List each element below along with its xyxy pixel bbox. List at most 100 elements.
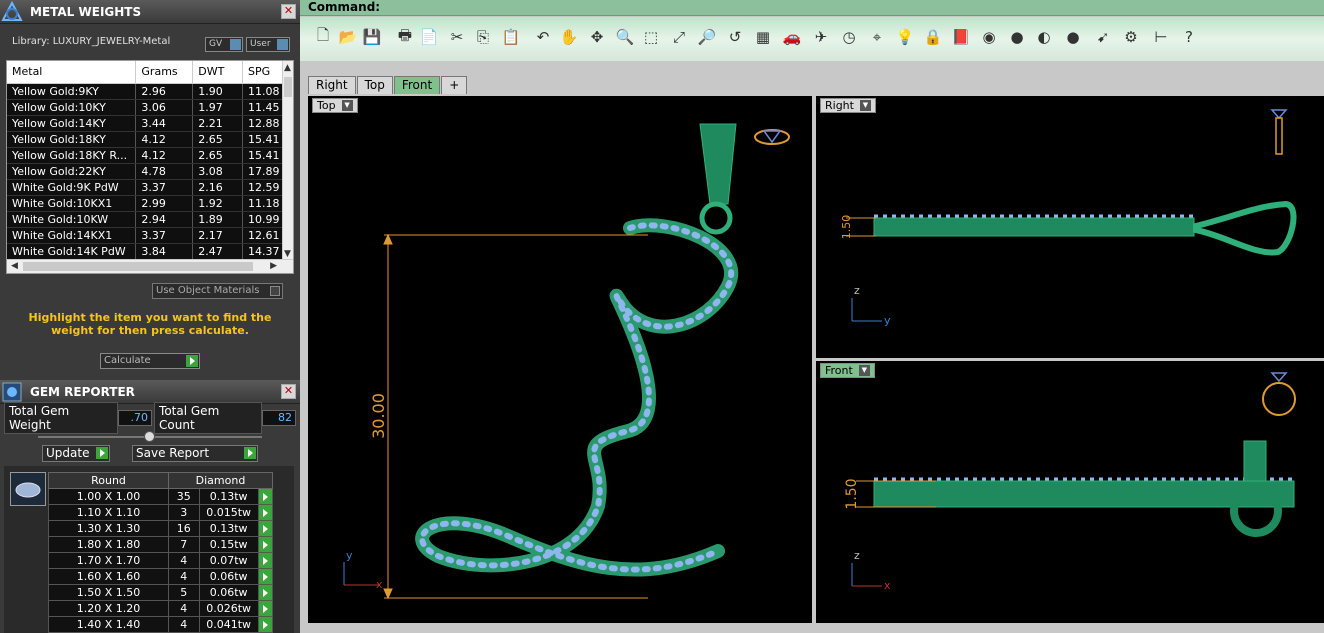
column-header-grams[interactable]: Grams <box>135 61 194 84</box>
use-object-materials-checkbox[interactable]: Use Object Materials <box>152 283 283 299</box>
table-row[interactable]: Yellow Gold:22KY 4.78 3.08 17.89 <box>7 163 284 180</box>
viewport-front-label[interactable]: Front ▼ <box>820 363 875 378</box>
tab-top[interactable]: Top <box>356 76 393 94</box>
update-button[interactable]: Update <box>42 445 110 462</box>
gem-row[interactable]: 1.10 X 1.10 3 0.015tw <box>48 504 274 521</box>
front-dimension-text: 1.50 <box>844 478 860 509</box>
zoom-icon[interactable]: 🔍 <box>614 26 636 48</box>
table-row[interactable]: Yellow Gold:18KY R... 4.12 2.65 15.41 <box>7 147 284 164</box>
viewport-front[interactable]: 1.50 z x Front ▼ <box>816 361 1324 623</box>
table-row[interactable]: White Gold:10KX1 2.99 1.92 11.18 <box>7 195 284 212</box>
layer-icon[interactable]: 📕 <box>950 26 972 48</box>
gem-row[interactable]: 1.00 X 1.00 35 0.13tw <box>48 488 274 505</box>
scroll-left-icon[interactable]: ◀ <box>11 261 18 271</box>
gem-row-play-icon[interactable] <box>257 552 274 569</box>
gem-reporter-close-icon[interactable]: ✕ <box>281 384 296 399</box>
scroll-down-icon[interactable]: ▼ <box>284 249 291 259</box>
car-icon[interactable]: 🚗 <box>781 26 803 48</box>
help-icon[interactable]: ? <box>1178 26 1200 48</box>
table-row[interactable]: Yellow Gold:14KY 3.44 2.21 12.88 <box>7 115 284 132</box>
properties-icon[interactable]: 📄 <box>418 26 440 48</box>
lock-icon[interactable]: 🔒 <box>922 26 944 48</box>
slider-knob[interactable] <box>144 431 155 442</box>
viewport-top-label[interactable]: Top ▼ <box>312 98 358 113</box>
undo-view-icon[interactable]: ↺ <box>724 26 746 48</box>
print-icon[interactable]: 🖶 <box>394 26 416 48</box>
gem-row[interactable]: 1.30 X 1.30 16 0.13tw <box>48 520 274 537</box>
grid-snap-icon[interactable]: ⊢ <box>1150 26 1172 48</box>
vertical-scroll-thumb[interactable] <box>284 77 292 97</box>
gem-row[interactable]: 1.40 X 1.40 4 0.041tw <box>48 616 274 633</box>
gv-dropdown[interactable]: GV <box>205 37 243 52</box>
light-cone-icon[interactable]: ➹ <box>1092 26 1114 48</box>
gem-row-play-icon[interactable] <box>257 536 274 553</box>
gem-row-play-icon[interactable] <box>257 520 274 537</box>
metal-table-vertical-scrollbar[interactable]: ▲ ▼ <box>282 61 293 261</box>
column-header-dwt[interactable]: DWT <box>192 61 244 84</box>
copy-icon[interactable]: ⎘ <box>472 26 494 48</box>
checkbox-box[interactable] <box>270 286 280 296</box>
gem-row[interactable]: 1.50 X 1.50 5 0.06tw <box>48 584 274 601</box>
column-header-metal[interactable]: Metal <box>7 61 137 84</box>
chevron-down-icon[interactable]: ▼ <box>341 100 353 111</box>
viewport-right[interactable]: 1.50 z y Right ▼ <box>816 96 1324 358</box>
add-tab-button[interactable]: + <box>441 76 468 94</box>
light-bulb-icon[interactable]: 💡 <box>894 26 916 48</box>
chevron-down-icon[interactable]: ▼ <box>858 365 870 376</box>
gem-row-play-icon[interactable] <box>257 568 274 585</box>
table-row[interactable]: White Gold:9K PdW 3.37 2.16 12.59 <box>7 179 284 196</box>
four-viewports-icon[interactable]: ▦ <box>752 26 774 48</box>
render-sphere-icon[interactable]: ● <box>1006 26 1028 48</box>
user-dropdown[interactable]: User <box>246 37 290 52</box>
gem-row-play-icon[interactable] <box>257 504 274 521</box>
metal-sphere-icon[interactable]: ◐ <box>1033 26 1055 48</box>
gem-row[interactable]: 1.70 X 1.70 4 0.07tw <box>48 552 274 569</box>
gem-row[interactable]: 1.80 X 1.80 7 0.15tw <box>48 536 274 553</box>
snap-icon[interactable]: ⌖ <box>866 26 888 48</box>
viewport-right-label[interactable]: Right ▼ <box>820 98 876 113</box>
color-wheel-icon[interactable]: ◉ <box>978 26 1000 48</box>
blue-sphere-icon[interactable]: ● <box>1062 26 1084 48</box>
gem-row-play-icon[interactable] <box>257 584 274 601</box>
undo-icon[interactable]: ↶ <box>532 26 554 48</box>
gem-row[interactable]: 1.60 X 1.60 4 0.06tw <box>48 568 274 585</box>
clock-icon[interactable]: ◷ <box>838 26 860 48</box>
tab-front[interactable]: Front <box>393 76 441 94</box>
zoom-extents-icon[interactable]: ⤢ <box>668 26 690 48</box>
scroll-right-icon[interactable]: ▶ <box>270 261 277 271</box>
gem-row-play-icon[interactable] <box>257 616 274 633</box>
open-folder-icon[interactable]: 📂 <box>337 26 359 48</box>
pan-icon[interactable]: ✋ <box>558 26 580 48</box>
column-header-spg[interactable]: SPG <box>242 61 284 84</box>
front-view-drawing: 1.50 z x <box>844 372 1296 592</box>
save-report-button[interactable]: Save Report <box>132 445 258 462</box>
viewport-top[interactable]: 30.00 y x Top ▼ <box>308 96 812 623</box>
zoom-window-icon[interactable]: ⬚ <box>640 26 662 48</box>
rotate-view-icon[interactable]: ✥ <box>586 26 608 48</box>
calculate-button[interactable]: Calculate <box>100 353 200 369</box>
gem-row[interactable]: 1.20 X 1.20 4 0.026tw <box>48 600 274 617</box>
command-bar[interactable]: Command: <box>300 0 1324 16</box>
new-file-icon[interactable]: 🗋 <box>312 26 334 48</box>
table-row[interactable]: White Gold:14KX1 3.37 2.17 12.61 <box>7 227 284 244</box>
gear-icon[interactable]: ⚙ <box>1120 26 1142 48</box>
cut-icon[interactable]: ✂ <box>446 26 468 48</box>
save-icon[interactable]: 💾 <box>361 26 383 48</box>
gem-splitter-slider[interactable] <box>38 431 262 442</box>
metal-weights-close-icon[interactable]: ✕ <box>281 4 296 19</box>
plane-icon[interactable]: ✈ <box>810 26 832 48</box>
horizontal-scroll-thumb[interactable] <box>23 262 253 271</box>
paste-icon[interactable]: 📋 <box>500 26 522 48</box>
scroll-up-icon[interactable]: ▲ <box>284 63 291 73</box>
metal-table-horizontal-scrollbar[interactable]: ◀ ▶ <box>7 259 293 273</box>
gem-row-play-icon[interactable] <box>257 488 274 505</box>
chevron-down-icon[interactable]: ▼ <box>859 100 871 111</box>
table-row[interactable]: White Gold:10KW 2.94 1.89 10.99 <box>7 211 284 228</box>
tab-right[interactable]: Right <box>308 76 356 94</box>
table-row[interactable]: White Gold:14K PdW 3.84 2.47 14.37 <box>7 243 284 260</box>
table-row[interactable]: Yellow Gold:10KY 3.06 1.97 11.45 <box>7 99 284 116</box>
table-row[interactable]: Yellow Gold:9KY 2.96 1.90 11.08 <box>7 83 284 100</box>
zoom-selected-icon[interactable]: 🔎 <box>696 26 718 48</box>
table-row[interactable]: Yellow Gold:18KY 4.12 2.65 15.41 <box>7 131 284 148</box>
gem-row-play-icon[interactable] <box>257 600 274 617</box>
